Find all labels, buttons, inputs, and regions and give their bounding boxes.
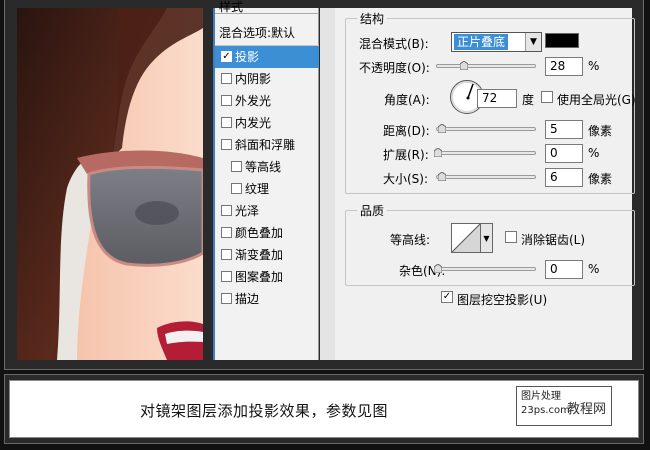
blend-options-item[interactable]: 混合选项:默认 (215, 22, 319, 44)
style-item[interactable]: 颜色叠加 (215, 222, 319, 244)
opacity-unit: % (588, 59, 600, 73)
style-checkbox[interactable] (231, 161, 242, 172)
style-checkbox[interactable] (221, 249, 232, 260)
style-checkbox[interactable] (221, 227, 232, 238)
styles-header[interactable]: 样式 (215, 0, 319, 14)
size-input[interactable]: 6 (545, 168, 583, 187)
watermark-line3: 教程网 (567, 402, 607, 417)
style-checkbox[interactable] (221, 271, 232, 282)
style-checkbox[interactable] (221, 139, 232, 150)
style-checkbox[interactable] (221, 117, 232, 128)
blend-mode-value: 正片叠底 (454, 34, 509, 50)
distance-input[interactable]: 5 (545, 120, 583, 139)
style-item-label: 纹理 (245, 182, 270, 196)
opacity-slider-thumb[interactable] (460, 61, 468, 70)
caption-text: 对镜架图层添加投影效果，参数见图 (140, 402, 389, 420)
distance-unit: 像素 (588, 124, 613, 138)
opacity-label: 不透明度(O): (359, 61, 430, 75)
size-label: 大小(S): (383, 172, 429, 186)
style-item[interactable]: 光泽 (215, 200, 319, 222)
knockout-checkbox[interactable]: ✓ (441, 291, 453, 303)
noise-slider[interactable] (436, 267, 536, 271)
layer-styles-list: 样式 混合选项:默认 ✓ 投影内阴影外发光内发光斜面和浮雕等高线纹理光泽颜色叠加渐… (213, 0, 319, 360)
angle-unit: 度 (522, 93, 535, 107)
angle-label: 角度(A): (384, 93, 430, 107)
spread-label: 扩展(R): (383, 148, 429, 162)
spread-unit: % (588, 146, 600, 160)
contour-curve-icon (451, 223, 481, 253)
style-checkbox[interactable]: ✓ (221, 51, 232, 62)
contour-preview[interactable] (451, 223, 481, 253)
blend-mode-label: 混合模式(B): (359, 37, 429, 51)
style-item-label: 渐变叠加 (235, 248, 284, 262)
style-item-label: 图案叠加 (235, 270, 284, 284)
global-light-checkbox[interactable] (541, 91, 553, 103)
drop-shadow-settings: 结构 混合模式(B): 正片叠底 ▼ 不透明度(O): 28 % 角度(A): … (320, 8, 636, 360)
style-item[interactable]: 描边 (215, 288, 319, 310)
distance-label: 距离(D): (383, 124, 430, 138)
dropdown-arrow-icon: ▼ (525, 33, 541, 51)
style-item-label: 外发光 (235, 94, 272, 108)
style-item[interactable]: 外发光 (215, 90, 319, 112)
spread-input[interactable]: 0 (545, 144, 583, 163)
structure-title: 结构 (357, 10, 388, 27)
antialias-label: 消除锯齿(L) (521, 233, 586, 247)
spread-slider-thumb[interactable] (434, 148, 442, 157)
quality-title: 品质 (357, 202, 388, 219)
style-item[interactable]: 内发光 (215, 112, 319, 134)
opacity-input[interactable]: 28 (545, 57, 583, 76)
style-item-label: 斜面和浮雕 (235, 138, 296, 152)
global-light-label: 使用全局光(G) (557, 93, 636, 107)
style-checkbox[interactable] (221, 95, 232, 106)
style-item-label: 内发光 (235, 116, 272, 130)
noise-unit: % (588, 262, 600, 276)
style-checkbox[interactable] (221, 293, 232, 304)
style-item-label: 投影 (235, 50, 260, 64)
caption-box: 对镜架图层添加投影效果，参数见图 图片处理 23ps.com 教程网 (9, 380, 639, 438)
style-item-label: 内阴影 (235, 72, 272, 86)
angle-input[interactable]: 72 (477, 89, 517, 108)
opacity-slider[interactable] (436, 64, 536, 68)
style-item[interactable]: 渐变叠加 (215, 244, 319, 266)
style-item[interactable]: 斜面和浮雕 (215, 134, 319, 156)
distance-slider-thumb[interactable] (438, 124, 446, 133)
noise-slider-thumb[interactable] (434, 264, 442, 273)
style-item-label: 颜色叠加 (235, 226, 284, 240)
contour-dropdown-arrow-icon[interactable]: ▼ (481, 223, 493, 253)
contour-label: 等高线: (390, 233, 431, 247)
style-checkbox[interactable] (221, 73, 232, 84)
style-item-label: 光泽 (235, 204, 260, 218)
size-slider-thumb[interactable] (438, 172, 446, 181)
distance-slider[interactable] (436, 127, 536, 131)
size-unit: 像素 (588, 172, 613, 186)
shadow-color-swatch[interactable] (545, 33, 579, 48)
style-item[interactable]: ✓ 投影 (215, 46, 319, 68)
spread-slider[interactable] (436, 151, 536, 155)
style-item-label: 描边 (235, 292, 260, 306)
style-item[interactable]: 等高线 (215, 156, 319, 178)
antialias-checkbox[interactable] (505, 231, 517, 243)
sunglasses-photo (17, 8, 203, 360)
knockout-label: 图层挖空投影(U) (457, 293, 548, 307)
style-checkbox[interactable] (221, 205, 232, 216)
watermark-logo: 图片处理 23ps.com 教程网 (516, 386, 612, 426)
style-item-label: 等高线 (245, 160, 282, 174)
blend-mode-select[interactable]: 正片叠底 ▼ (451, 32, 542, 52)
noise-input[interactable]: 0 (545, 260, 583, 279)
style-item[interactable]: 内阴影 (215, 68, 319, 90)
size-slider[interactable] (436, 175, 536, 179)
style-item[interactable]: 图案叠加 (215, 266, 319, 288)
style-checkbox[interactable] (231, 183, 242, 194)
style-item[interactable]: 纹理 (215, 178, 319, 200)
